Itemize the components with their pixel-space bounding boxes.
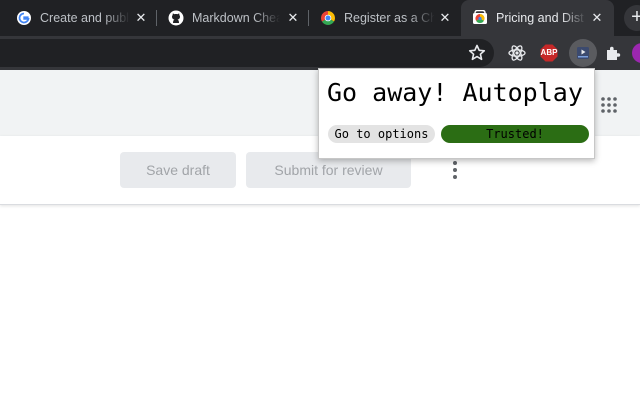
close-icon[interactable]: ✕	[132, 9, 150, 27]
chrome-icon	[320, 10, 336, 26]
github-icon	[168, 10, 184, 26]
address-bar[interactable]	[0, 39, 494, 67]
puzzle-extensions-icon[interactable]	[601, 41, 625, 65]
popup-title: Go away! Autoplay	[327, 78, 583, 107]
apps-grid-icon[interactable]	[600, 96, 618, 114]
tab-create-and-publish[interactable]: Create and publ ✕	[0, 0, 157, 36]
react-devtools-icon[interactable]	[505, 41, 529, 65]
adblock-plus-icon[interactable]: ABP	[537, 41, 561, 65]
tab-register-chrome[interactable]: Register as a Ch ✕	[309, 0, 461, 36]
google-g-icon	[16, 10, 32, 26]
abp-label: ABP	[540, 48, 558, 57]
save-draft-button[interactable]: Save draft	[120, 152, 236, 188]
browser-toolbar: ABP	[0, 36, 640, 70]
new-tab-button[interactable]: +	[624, 5, 640, 31]
close-icon[interactable]: ✕	[436, 9, 454, 27]
autoplay-extension-icon[interactable]	[571, 41, 595, 65]
tab-pricing-distribution[interactable]: Pricing and Dist ✕	[461, 0, 614, 36]
go-to-options-button[interactable]: Go to options	[328, 125, 435, 143]
autoplay-extension-popup: Go away! Autoplay Go to options Trusted!	[318, 68, 595, 159]
trusted-toggle-button[interactable]: Trusted!	[441, 125, 589, 143]
tab-strip: Create and publ ✕ Markdown Chea ✕ Regist…	[0, 0, 640, 36]
more-vert-icon[interactable]	[446, 158, 464, 182]
close-icon[interactable]: ✕	[588, 9, 606, 27]
close-icon[interactable]: ✕	[284, 9, 302, 27]
star-icon[interactable]	[465, 41, 489, 65]
avatar[interactable]	[632, 43, 640, 63]
webstore-icon	[472, 9, 488, 26]
tab-markdown-cheatsheet[interactable]: Markdown Chea ✕	[157, 0, 309, 36]
